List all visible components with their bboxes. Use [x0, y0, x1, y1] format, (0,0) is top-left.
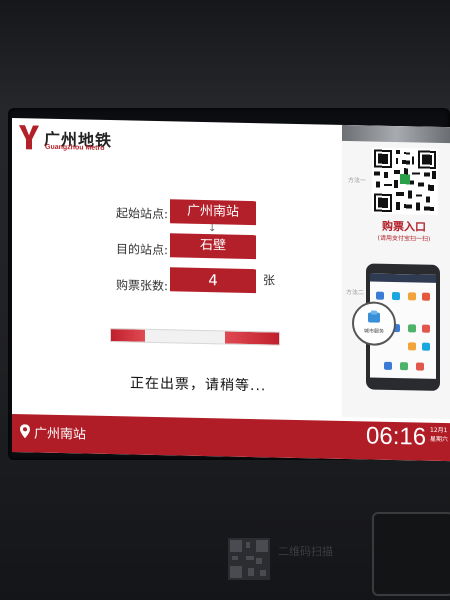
- origin-label: 起始站点:: [115, 206, 168, 222]
- date-text: 12月1: [430, 426, 448, 435]
- status-message: 正在出票，请稍等...: [130, 375, 267, 395]
- arrow-down-icon: ↓: [208, 223, 217, 235]
- app-icon: [408, 342, 416, 351]
- progress-fill-left: [111, 329, 145, 342]
- ticket-screen: 广州地铁 Guangzhou Metro 起始站点: 广州南站 ↓ 目的站点: …: [12, 118, 450, 462]
- app-icon: [422, 292, 430, 301]
- city-service-label: 城市服务: [363, 328, 384, 335]
- panel-banner-image: [342, 124, 450, 144]
- payment-qr-code: [372, 147, 438, 215]
- weekday-text: 星期六: [430, 435, 449, 444]
- scanner-label: 二维码扫描: [278, 545, 333, 558]
- app-icon: [422, 342, 430, 351]
- app-icon: [376, 291, 384, 300]
- app-icon: [408, 292, 416, 301]
- origin-station-field: 广州南站: [170, 199, 256, 226]
- method-one-label: 方法一: [348, 177, 367, 185]
- clock-time: 06:16: [366, 422, 427, 451]
- app-icon: [392, 291, 400, 301]
- city-service-highlight: 城市服务: [352, 301, 396, 347]
- destination-station-field: 石壁: [170, 233, 256, 260]
- current-station: 广州南站: [34, 426, 87, 443]
- quantity-label: 购票张数:: [115, 278, 168, 294]
- metro-logo: 广州地铁 Guangzhou Metro: [18, 124, 138, 157]
- phone-status-bar: [370, 273, 436, 283]
- app-icon: [384, 361, 392, 370]
- quantity-field: 4: [170, 267, 256, 294]
- brand-name-en: Guangzhou Metro: [45, 143, 105, 152]
- destination-label: 目的站点:: [115, 242, 168, 258]
- progress-fill-right: [225, 331, 279, 345]
- app-icon: [400, 362, 408, 371]
- qr-subtitle: (请用支付宝扫一扫): [377, 234, 431, 243]
- metro-logo-icon: [19, 125, 39, 150]
- app-icon: [416, 362, 424, 371]
- ticket-machine: 广州地铁 Guangzhou Metro 起始站点: 广州南站 ↓ 目的站点: …: [0, 0, 450, 600]
- location-pin-icon: [20, 424, 30, 439]
- quantity-unit: 张: [263, 273, 276, 288]
- city-service-icon: [368, 310, 380, 323]
- app-icon: [422, 324, 430, 333]
- method-two-label: 方法二: [346, 288, 365, 297]
- scanner-qr-decal: [228, 538, 270, 580]
- ticket-output-slot: [372, 512, 450, 596]
- ticket-progress-bar: [110, 328, 280, 346]
- app-icon: [408, 324, 416, 333]
- payment-panel: 方法一 购票入口 (请用支付宝扫一扫) 方法二 城市服务: [342, 124, 450, 420]
- clock-date: 12月1 星期六: [430, 426, 448, 444]
